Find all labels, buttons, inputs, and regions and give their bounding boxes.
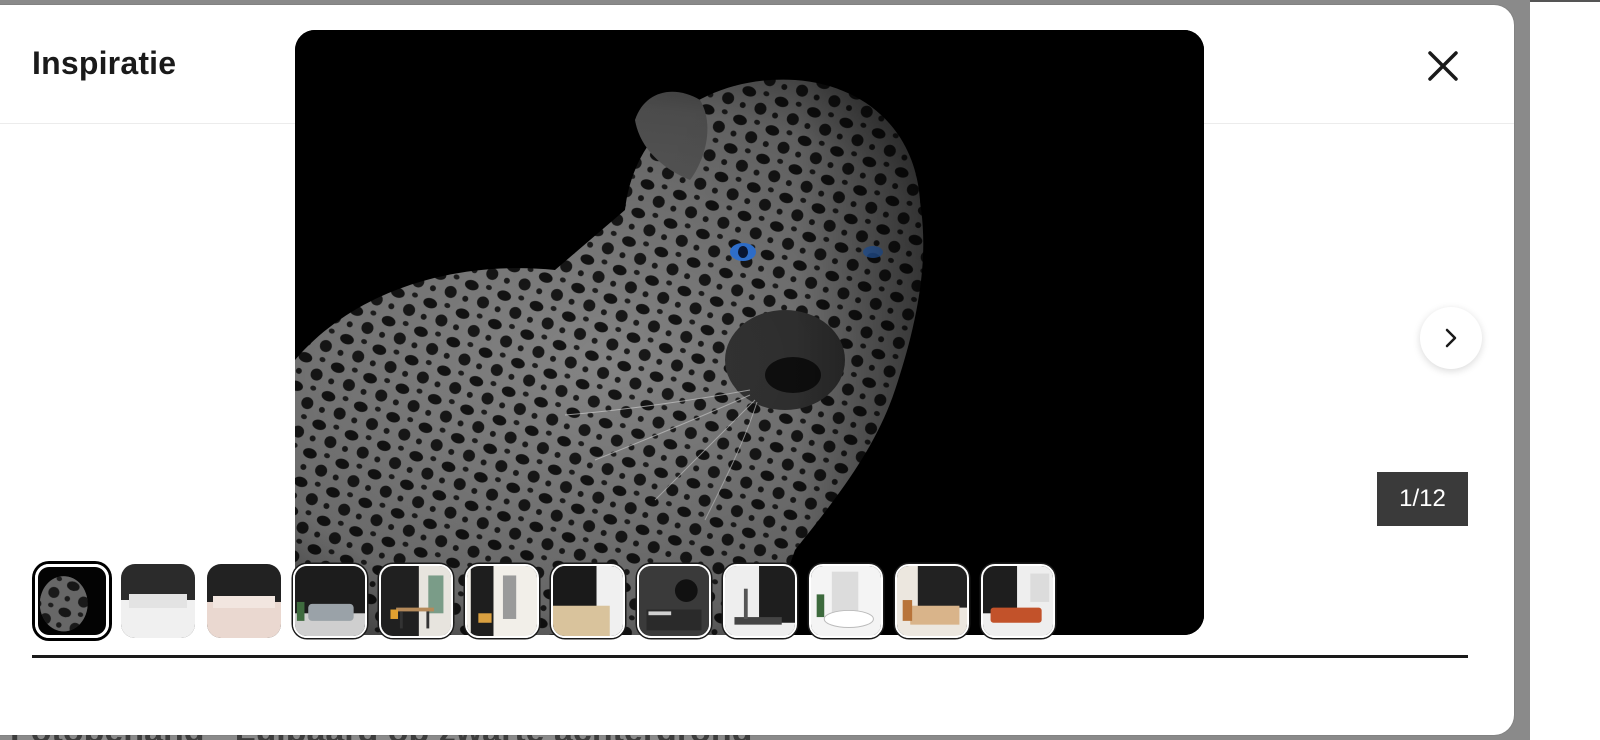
page-right-divider bbox=[1530, 0, 1600, 2]
modal-title: Inspiratie bbox=[32, 45, 177, 81]
close-button[interactable] bbox=[1418, 41, 1468, 91]
slide-counter: 1/12 bbox=[1377, 472, 1468, 526]
thumbnail-12[interactable] bbox=[981, 564, 1055, 638]
thumbnail-strip bbox=[35, 564, 1067, 642]
thumbnail-10[interactable] bbox=[809, 564, 883, 638]
thumbnail-5[interactable] bbox=[379, 564, 453, 638]
thumbnail-11[interactable] bbox=[895, 564, 969, 638]
thumbnail-6[interactable] bbox=[465, 564, 539, 638]
inspiration-modal: Inspiratie 1/12 bbox=[0, 5, 1514, 735]
page-right-strip bbox=[1530, 0, 1600, 740]
chevron-right-icon bbox=[1445, 328, 1457, 348]
thumbnail-1[interactable] bbox=[35, 564, 109, 638]
next-button[interactable] bbox=[1420, 307, 1482, 369]
thumbnail-8[interactable] bbox=[637, 564, 711, 638]
main-image bbox=[295, 30, 1204, 635]
leopard-image bbox=[295, 30, 1204, 635]
thumbnail-4[interactable] bbox=[293, 564, 367, 638]
thumbnail-2[interactable] bbox=[121, 564, 195, 638]
thumbnail-9[interactable] bbox=[723, 564, 797, 638]
close-icon bbox=[1428, 51, 1458, 81]
bottom-rule bbox=[32, 655, 1468, 658]
thumbnail-7[interactable] bbox=[551, 564, 625, 638]
thumbnail-3[interactable] bbox=[207, 564, 281, 638]
